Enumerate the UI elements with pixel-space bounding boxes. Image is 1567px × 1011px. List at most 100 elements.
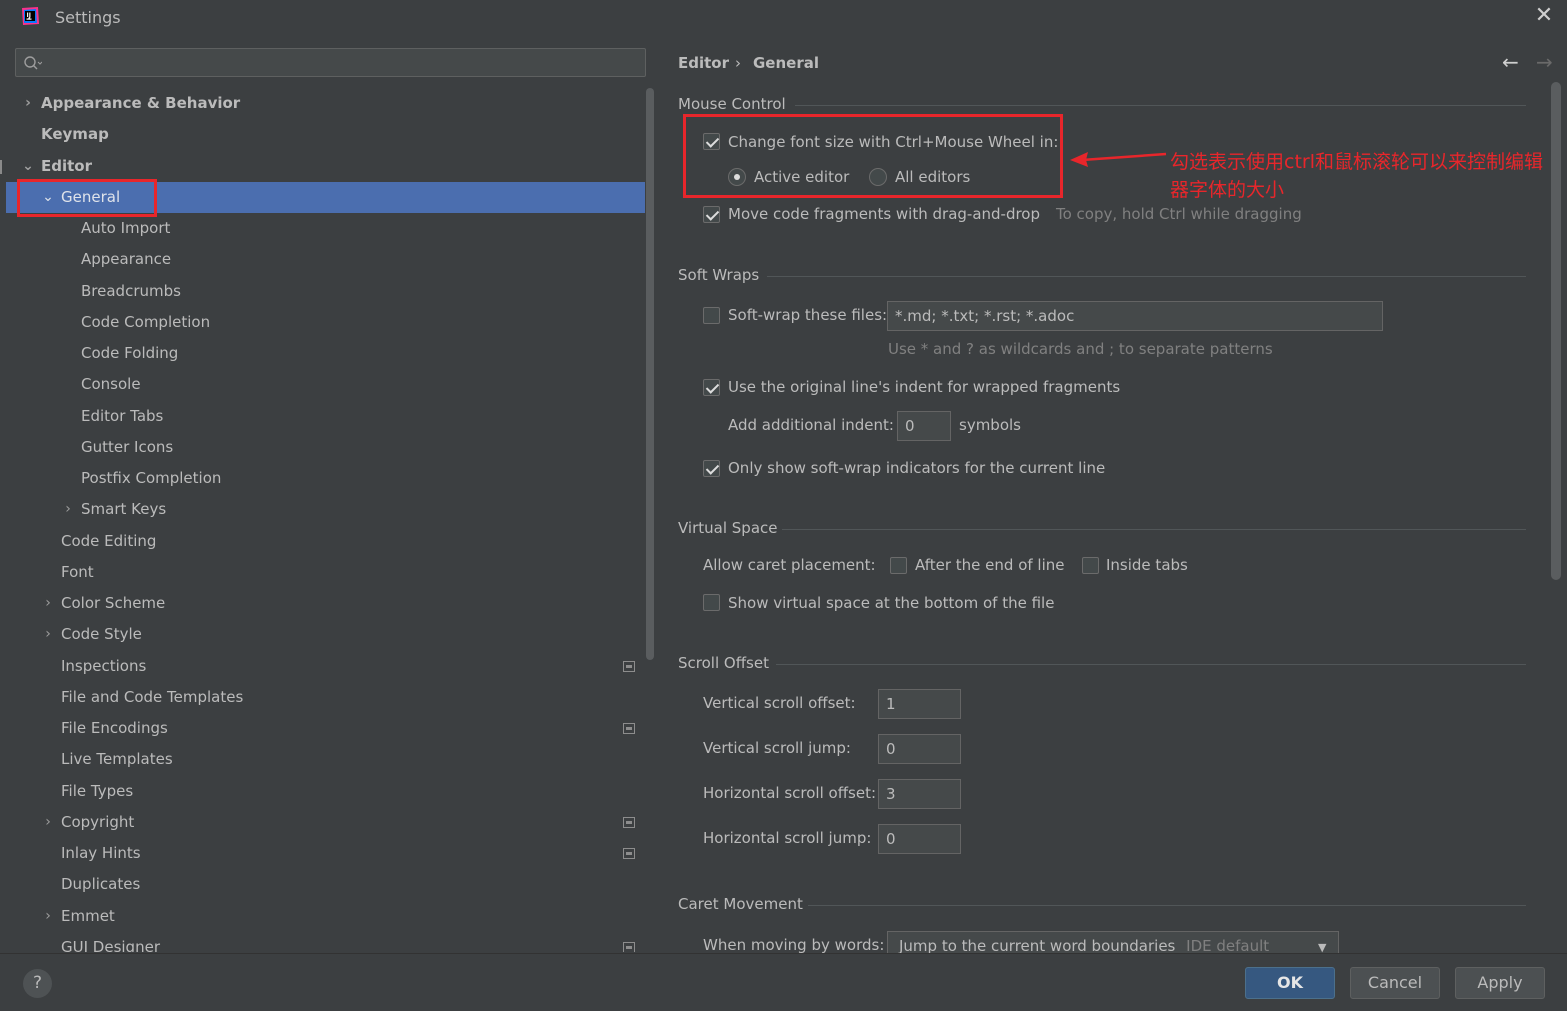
- tree-item-copyright[interactable]: › Copyright: [6, 807, 645, 838]
- tree-item-live-templates[interactable]: Live Templates: [6, 744, 645, 775]
- horizontal-scroll-offset-input[interactable]: 3: [878, 779, 961, 809]
- breadcrumb-general: General: [753, 54, 819, 72]
- horizontal-scroll-jump-label: Horizontal scroll jump:: [703, 829, 872, 847]
- wrap-indicators-checkbox[interactable]: [703, 460, 720, 477]
- moving-by-words-label: When moving by words:: [703, 936, 885, 954]
- breadcrumb-editor[interactable]: Editor: [678, 54, 729, 72]
- tree-item-label: Appearance: [81, 250, 172, 268]
- tree-item-file-encodings[interactable]: File Encodings: [6, 713, 645, 744]
- tree-item-label: Copyright: [61, 813, 135, 831]
- original-indent-checkbox[interactable]: [703, 379, 720, 396]
- tree-item-file-and-code-templates[interactable]: File and Code Templates: [6, 682, 645, 713]
- vertical-scroll-jump-label: Vertical scroll jump:: [703, 739, 851, 757]
- virtual-space-bottom-checkbox[interactable]: [703, 594, 720, 611]
- tree-item-appearance[interactable]: Appearance: [6, 244, 645, 275]
- tree-item-auto-import[interactable]: Auto Import: [6, 213, 645, 244]
- chevron-right-icon[interactable]: ›: [41, 588, 55, 619]
- drag-drop-label[interactable]: Move code fragments with drag-and-drop: [728, 205, 1040, 223]
- annotation-highlight-mouse-control: [683, 114, 1063, 198]
- tree-item-editor[interactable]: ⌄ Editor: [6, 151, 645, 182]
- wrap-indicators-label[interactable]: Only show soft-wrap indicators for the c…: [728, 459, 1105, 477]
- tree-item-smart-keys[interactable]: › Smart Keys: [6, 494, 645, 525]
- tree-item-label: Postfix Completion: [81, 469, 222, 487]
- apply-button[interactable]: Apply: [1455, 967, 1545, 999]
- tree-item-code-folding[interactable]: Code Folding: [6, 338, 645, 369]
- original-indent-label[interactable]: Use the original line's indent for wrapp…: [728, 378, 1120, 396]
- back-arrow-icon[interactable]: ←: [1502, 50, 1519, 74]
- horizontal-scroll-offset-label: Horizontal scroll offset:: [703, 784, 877, 802]
- tree-item-duplicates[interactable]: Duplicates: [6, 869, 645, 900]
- settings-search-input[interactable]: [15, 48, 646, 77]
- forward-arrow-icon[interactable]: →: [1536, 50, 1553, 74]
- tree-item-emmet[interactable]: › Emmet: [6, 901, 645, 932]
- tree-item-label: Code Folding: [81, 344, 179, 362]
- tree-item-label: Code Completion: [81, 313, 211, 331]
- soft-wrap-files-input[interactable]: *.md; *.txt; *.rst; *.adoc: [887, 301, 1383, 331]
- tree-item-inlay-hints[interactable]: Inlay Hints: [6, 838, 645, 869]
- chevron-right-icon[interactable]: ›: [61, 494, 75, 525]
- tree-item-inspections[interactable]: Inspections: [6, 651, 645, 682]
- tree-item-postfix-completion[interactable]: Postfix Completion: [6, 463, 645, 494]
- tree-item-code-completion[interactable]: Code Completion: [6, 307, 645, 338]
- tree-item-font[interactable]: Font: [6, 557, 645, 588]
- tree-item-label: Color Scheme: [61, 594, 166, 612]
- svg-text:IJ: IJ: [27, 12, 31, 19]
- sidebar-scrollbar[interactable]: [646, 88, 654, 660]
- tree-item-appearance-behavior[interactable]: › Appearance & Behavior: [6, 88, 645, 119]
- tree-item-label: File and Code Templates: [61, 688, 244, 706]
- tree-item-label: Editor Tabs: [81, 407, 164, 425]
- tree-item-label: Code Editing: [61, 532, 157, 550]
- section-soft-wraps: Soft Wraps: [678, 266, 760, 284]
- project-level-icon: [623, 661, 635, 672]
- content-scrollbar[interactable]: [1551, 82, 1561, 580]
- tree-item-breadcrumbs[interactable]: Breadcrumbs: [6, 276, 645, 307]
- project-level-icon: [623, 817, 635, 828]
- tree-item-color-scheme[interactable]: › Color Scheme: [6, 588, 645, 619]
- tree-item-label: File Types: [61, 782, 134, 800]
- tree-item-label: Console: [81, 375, 141, 393]
- ok-button[interactable]: OK: [1245, 967, 1335, 999]
- annotation-highlight-general: [17, 179, 157, 217]
- chevron-right-icon[interactable]: ›: [41, 619, 55, 650]
- vertical-scroll-jump-input[interactable]: 0: [878, 734, 961, 764]
- cancel-button[interactable]: Cancel: [1350, 967, 1440, 999]
- tree-item-keymap[interactable]: Keymap: [6, 119, 645, 150]
- tree-item-console[interactable]: Console: [6, 369, 645, 400]
- tree-item-gui-designer[interactable]: GUI Designer: [6, 932, 645, 952]
- chevron-right-icon[interactable]: ›: [41, 807, 55, 838]
- tree-item-code-editing[interactable]: Code Editing: [6, 526, 645, 557]
- additional-indent-input[interactable]: 0: [897, 411, 951, 441]
- drag-drop-checkbox[interactable]: [703, 206, 720, 223]
- virtual-space-bottom-label[interactable]: Show virtual space at the bottom of the …: [728, 594, 1054, 612]
- tree-item-label: Live Templates: [61, 750, 173, 768]
- tree-item-gutter-icons[interactable]: Gutter Icons: [6, 432, 645, 463]
- tree-item-label: Keymap: [41, 125, 109, 143]
- window-title: Settings: [55, 8, 121, 27]
- soft-wrap-files-label[interactable]: Soft-wrap these files:: [728, 306, 887, 324]
- tree-item-label: Inlay Hints: [61, 844, 141, 862]
- tree-item-label: Font: [61, 563, 94, 581]
- additional-indent-label: Add additional indent:: [728, 416, 894, 434]
- help-button[interactable]: ?: [23, 969, 52, 998]
- section-scroll-offset: Scroll Offset: [678, 654, 769, 672]
- tree-item-label: Breadcrumbs: [81, 282, 181, 300]
- tree-item-label: GUI Designer: [61, 938, 160, 952]
- inside-tabs-checkbox[interactable]: [1082, 557, 1099, 574]
- after-end-of-line-label[interactable]: After the end of line: [915, 556, 1065, 574]
- horizontal-scroll-jump-input[interactable]: 0: [878, 824, 961, 854]
- tree-item-code-style[interactable]: › Code Style: [6, 619, 645, 650]
- search-icon: [24, 56, 42, 70]
- after-end-of-line-checkbox[interactable]: [890, 557, 907, 574]
- section-caret-movement: Caret Movement: [678, 895, 803, 913]
- vertical-scroll-offset-input[interactable]: 1: [878, 689, 961, 719]
- tree-item-file-types[interactable]: File Types: [6, 776, 645, 807]
- chevron-right-icon[interactable]: ›: [21, 88, 35, 119]
- inside-tabs-label[interactable]: Inside tabs: [1106, 556, 1188, 574]
- chevron-down-icon[interactable]: ⌄: [21, 151, 35, 182]
- soft-wrap-files-checkbox[interactable]: [703, 307, 720, 324]
- chevron-right-icon[interactable]: ›: [41, 901, 55, 932]
- tree-item-editor-tabs[interactable]: Editor Tabs: [6, 401, 645, 432]
- close-icon[interactable]: ✕: [1530, 2, 1558, 30]
- tree-item-label: Gutter Icons: [81, 438, 174, 456]
- additional-indent-unit: symbols: [959, 416, 1021, 434]
